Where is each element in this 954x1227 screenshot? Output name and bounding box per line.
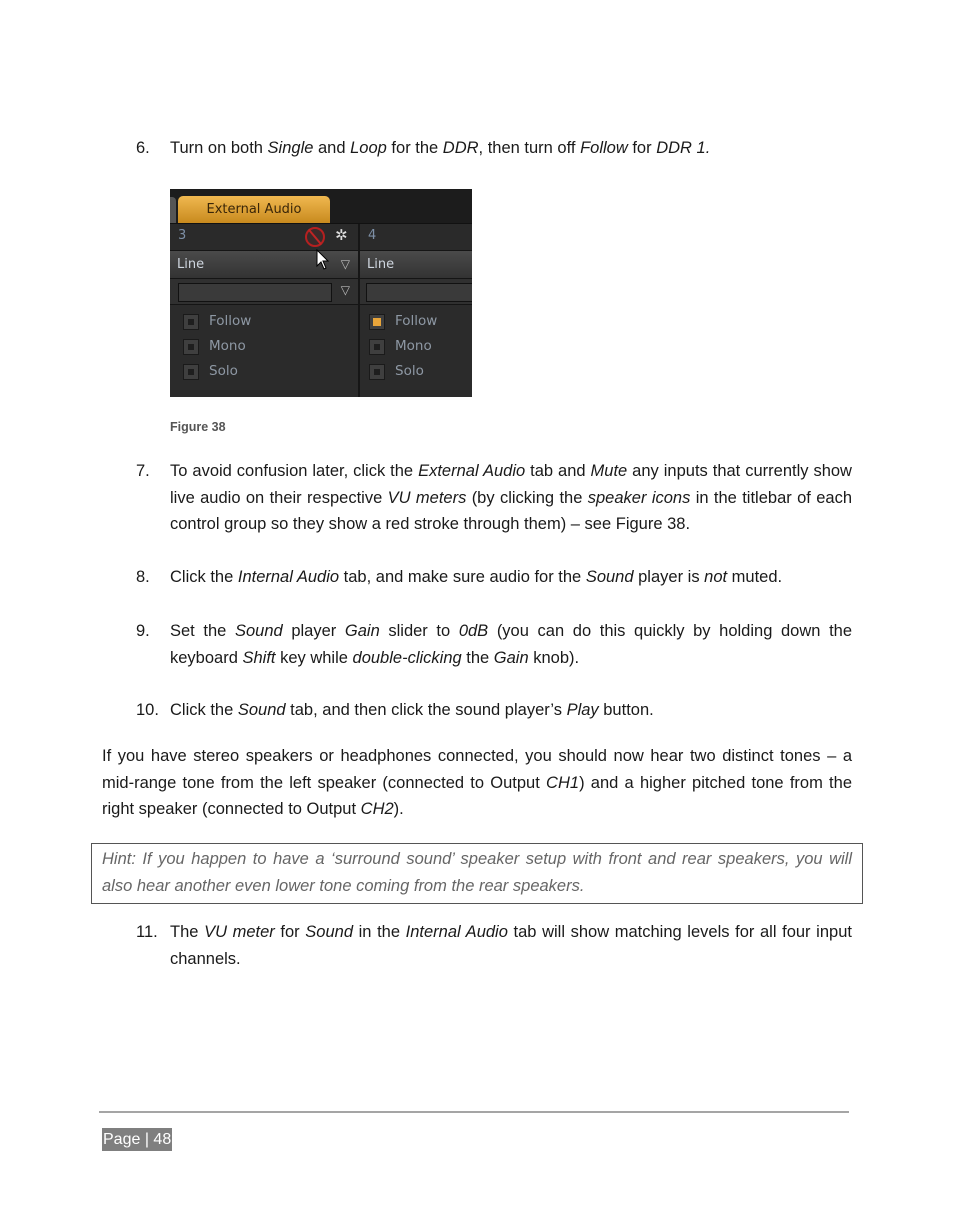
source-select[interactable]: Line xyxy=(360,251,472,279)
emphasis-text: Single xyxy=(267,139,314,157)
emphasis-text: Sound xyxy=(305,923,353,941)
page-number: Page | 48 xyxy=(102,1128,173,1151)
text-run: for xyxy=(627,139,657,157)
text-run: button. xyxy=(598,701,654,719)
step-7: 7. To avoid confusion later, click the Ex… xyxy=(136,458,852,538)
emphasis-text: Internal Audio xyxy=(237,568,340,586)
emphasis-text: CH1 xyxy=(546,773,580,792)
emphasis-text: Loop xyxy=(350,139,387,157)
step-9: 9. Set the Sound player Gain slider to 0d… xyxy=(136,618,852,671)
text-run: player xyxy=(282,622,345,640)
emphasis-text: Follow xyxy=(580,139,628,157)
dropdown-triangle-icon: ▽ xyxy=(340,257,350,271)
speaker-muted-icon[interactable] xyxy=(305,227,325,247)
dropdown-triangle-icon[interactable]: ▽ xyxy=(341,283,350,297)
emphasis-text: Gain xyxy=(493,648,529,667)
text-run: Turn on both xyxy=(170,139,268,157)
checkbox-mono[interactable]: Mono xyxy=(360,335,472,360)
checkbox-solo[interactable]: Solo xyxy=(360,360,472,385)
text-field[interactable] xyxy=(178,283,332,302)
step-6: 6. Turn on both Single and Loop for the D… xyxy=(136,135,852,162)
channel-titlebar: 4 xyxy=(360,224,472,251)
text-run: ). xyxy=(393,800,404,818)
figure-caption: Figure 38 xyxy=(170,420,226,434)
checkbox-mono[interactable]: Mono xyxy=(170,335,358,360)
emphasis-text: VU meters xyxy=(387,488,467,507)
emphasis-text: External Audio xyxy=(418,462,526,480)
tab-bar: External Audio xyxy=(170,189,472,224)
emphasis-text: double-clicking xyxy=(352,648,462,667)
figure-38-screenshot: External Audio 3 ✲ Line ▽ ▽ Follow Mono S… xyxy=(170,189,472,397)
footer-divider xyxy=(99,1111,849,1113)
text-run: player is xyxy=(633,568,705,586)
emphasis-text: VU meter xyxy=(204,923,275,941)
emphasis-text: Sound xyxy=(237,701,286,719)
emphasis-text: Mute xyxy=(590,462,628,480)
text-run: , then turn off xyxy=(478,139,581,157)
text-run: tab and xyxy=(525,462,591,480)
text-run: Click the xyxy=(170,701,238,719)
channel-number: 3 xyxy=(178,228,187,243)
text-run: tab, and make sure audio for the xyxy=(339,568,586,586)
text-run: The xyxy=(170,923,205,941)
checkbox-follow[interactable]: Follow xyxy=(170,310,358,335)
emphasis-text: Gain xyxy=(344,622,380,640)
emphasis-text: Shift xyxy=(242,648,276,667)
text-run: Set the xyxy=(170,622,235,640)
checkbox-follow[interactable]: Follow xyxy=(360,310,472,335)
text-run: muted. xyxy=(727,568,783,586)
emphasis-text: CH2 xyxy=(360,800,394,818)
text-run: tab, and then click the sound player’s xyxy=(285,701,567,719)
step-text: Click the Internal Audio tab, and make s… xyxy=(170,564,852,591)
emphasis-text: speaker icons xyxy=(587,488,691,507)
text-run: for the xyxy=(386,139,443,157)
step-text: To avoid confusion later, click the Exte… xyxy=(170,458,852,538)
emphasis-text: not xyxy=(704,568,728,586)
checkbox-solo[interactable]: Solo xyxy=(170,360,358,385)
hint-box: Hint: If you happen to have a ‘surround … xyxy=(91,843,863,904)
channel-group-4: 4 Line Follow Mono Solo xyxy=(360,224,472,397)
text-run: in the xyxy=(353,923,406,941)
emphasis-text: Play xyxy=(566,701,599,719)
text-run: (by clicking the xyxy=(466,488,588,507)
text-run: the xyxy=(461,648,494,667)
input-field-row: ▽ xyxy=(170,279,358,305)
text-run: Click the xyxy=(170,568,238,586)
tab-external-audio[interactable]: External Audio xyxy=(178,196,330,223)
source-select[interactable]: Line ▽ xyxy=(170,249,358,279)
step-8: 8. Click the Internal Audio tab, and make… xyxy=(136,564,852,591)
text-run: knob). xyxy=(528,648,580,667)
emphasis-text: Internal Audio xyxy=(405,923,508,941)
emphasis-text: Sound xyxy=(585,568,634,586)
step-text: Turn on both Single and Loop for the DDR… xyxy=(170,135,852,162)
emphasis-text: Sound xyxy=(234,622,283,640)
mouse-cursor-icon xyxy=(316,249,330,270)
channel-number: 4 xyxy=(368,228,377,243)
emphasis-text: 0dB xyxy=(458,622,489,640)
step-text: The VU meter for Sound in the Internal A… xyxy=(170,919,852,972)
text-run: and xyxy=(313,139,351,157)
text-run: To avoid confusion later, click the xyxy=(170,462,419,480)
channel-group-3: 3 ✲ Line ▽ ▽ Follow Mono Solo xyxy=(170,224,360,397)
step-text: Set the Sound player Gain slider to 0dB … xyxy=(170,618,852,671)
body-paragraph: If you have stereo speakers or headphone… xyxy=(102,743,852,823)
input-field-row xyxy=(360,279,472,305)
emphasis-text: DDR 1. xyxy=(656,139,711,157)
gear-icon[interactable]: ✲ xyxy=(335,226,348,244)
text-field[interactable] xyxy=(366,283,472,302)
tab-previous[interactable] xyxy=(170,197,176,223)
text-run: key while xyxy=(275,648,353,667)
channel-titlebar: 3 ✲ xyxy=(170,224,358,251)
step-11: 11. The VU meter for Sound in the Interna… xyxy=(136,919,852,972)
text-run: slider to xyxy=(379,622,459,640)
emphasis-text: DDR xyxy=(442,139,479,157)
text-run: for xyxy=(274,923,306,941)
step-text: Click the Sound tab, and then click the … xyxy=(170,697,852,724)
step-10: 10. Click the Sound tab, and then click t… xyxy=(136,697,852,724)
